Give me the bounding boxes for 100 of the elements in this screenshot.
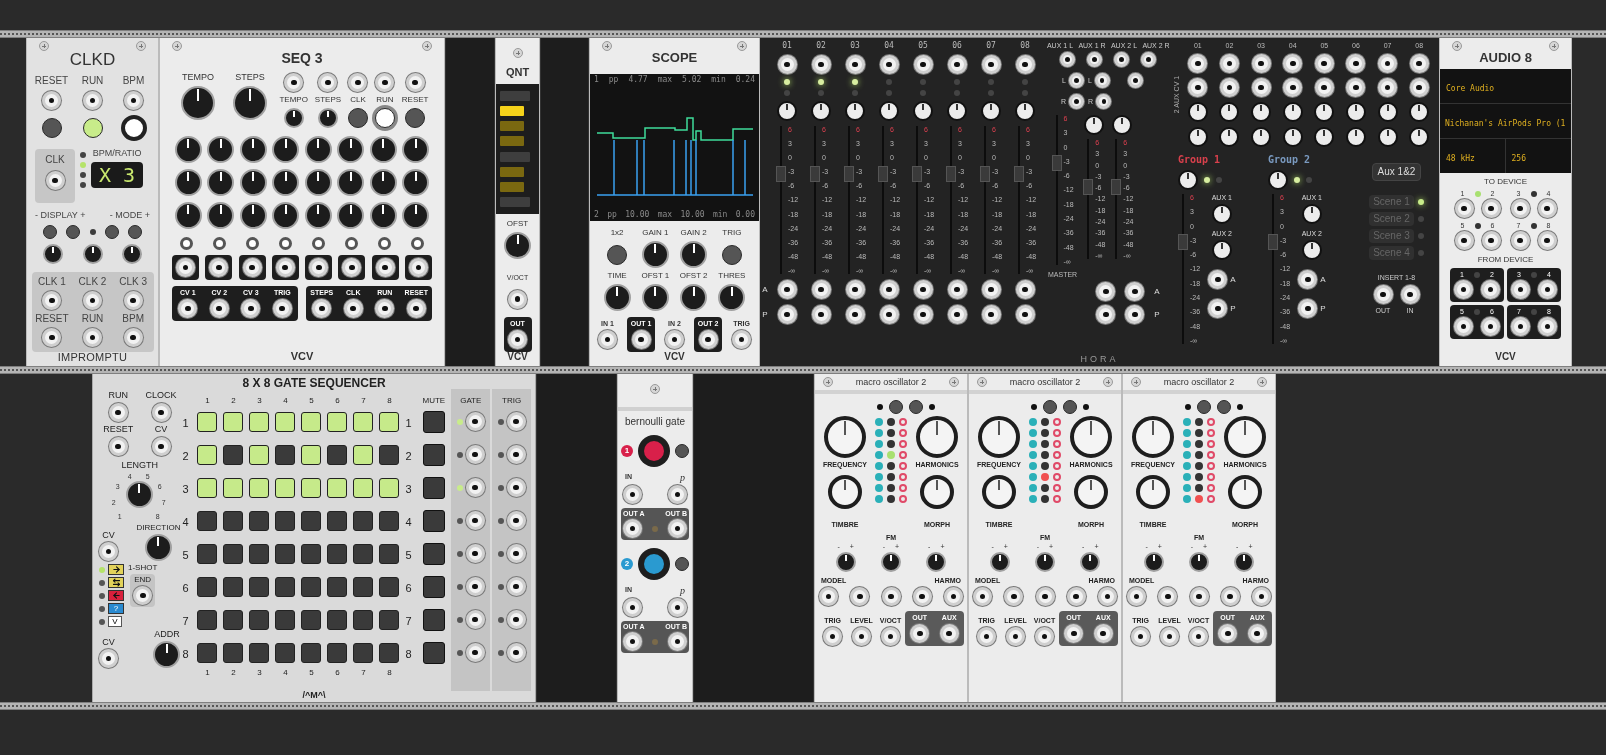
jack-socket[interactable] <box>465 478 485 497</box>
step-pad[interactable] <box>197 411 218 432</box>
step-pad[interactable] <box>197 543 218 564</box>
jack-socket[interactable] <box>1218 624 1238 643</box>
jack-socket[interactable] <box>811 55 831 74</box>
step-pad[interactable] <box>379 510 400 531</box>
step-pad[interactable] <box>249 543 270 564</box>
jack-socket[interactable] <box>819 587 838 606</box>
jack-socket[interactable] <box>108 437 128 456</box>
knob[interactable] <box>402 169 430 196</box>
mute-button[interactable] <box>422 608 445 631</box>
knob[interactable] <box>641 241 669 268</box>
jack-socket[interactable] <box>506 610 526 629</box>
mute-button[interactable] <box>422 641 445 664</box>
knob[interactable] <box>641 284 669 311</box>
jack-socket[interactable] <box>1128 73 1143 88</box>
jack-socket[interactable] <box>1454 231 1474 250</box>
step-pad[interactable] <box>353 510 374 531</box>
model-light[interactable] <box>1195 473 1203 481</box>
knob[interactable] <box>82 244 103 264</box>
knob[interactable] <box>239 169 267 196</box>
jack-socket[interactable] <box>913 55 933 74</box>
push-button[interactable] <box>43 225 57 239</box>
fader[interactable] <box>809 126 820 274</box>
jack-socket[interactable] <box>631 330 651 349</box>
harmonics-knob[interactable] <box>1224 416 1266 458</box>
jack-socket[interactable] <box>1060 52 1075 67</box>
jack-socket[interactable] <box>913 305 933 324</box>
jack-socket[interactable] <box>1160 627 1179 646</box>
jack-socket[interactable] <box>777 55 797 74</box>
jack-socket[interactable] <box>1454 199 1474 218</box>
jack-socket[interactable] <box>845 305 865 324</box>
step-pad[interactable] <box>249 477 270 498</box>
jack-socket[interactable] <box>1283 78 1303 97</box>
push-button[interactable] <box>909 400 923 414</box>
jack-socket[interactable] <box>1094 73 1110 88</box>
step-pad[interactable] <box>223 576 244 597</box>
push-button[interactable] <box>721 244 742 265</box>
jack-socket[interactable] <box>668 519 687 538</box>
knob[interactable] <box>680 284 708 311</box>
jack-socket[interactable] <box>151 403 171 422</box>
jack-socket[interactable] <box>623 485 642 504</box>
jack-socket[interactable] <box>405 73 425 92</box>
jack-socket[interactable] <box>947 280 967 299</box>
knob[interactable] <box>174 202 202 229</box>
knob[interactable] <box>1187 127 1208 147</box>
jack-socket[interactable] <box>348 73 368 92</box>
step-pad[interactable] <box>249 510 270 531</box>
knob[interactable] <box>337 169 365 196</box>
jack-socket[interactable] <box>823 627 842 646</box>
jack-socket[interactable] <box>1252 587 1271 606</box>
step-pad[interactable] <box>223 477 244 498</box>
step-pad[interactable] <box>197 609 218 630</box>
knob[interactable] <box>369 136 397 163</box>
step-pad[interactable] <box>301 444 322 465</box>
step-pad[interactable] <box>301 510 322 531</box>
jack-socket[interactable] <box>1188 54 1208 73</box>
jack-socket[interactable] <box>981 280 1001 299</box>
step-pad[interactable] <box>223 642 244 663</box>
knob[interactable] <box>337 136 365 163</box>
jack-socket[interactable] <box>1141 52 1156 67</box>
jack-socket[interactable] <box>151 437 171 456</box>
jack-socket[interactable] <box>506 643 526 662</box>
jack-socket[interactable] <box>1220 587 1240 606</box>
jack-socket[interactable] <box>1131 627 1150 646</box>
frequency-knob[interactable] <box>978 416 1020 458</box>
step-pad[interactable] <box>379 477 400 498</box>
model-light[interactable] <box>887 495 895 503</box>
knob[interactable] <box>304 202 332 229</box>
knob[interactable] <box>1409 127 1430 147</box>
jack-socket[interactable] <box>845 280 865 299</box>
step-pad[interactable] <box>275 609 296 630</box>
fader[interactable] <box>1013 126 1024 274</box>
knob[interactable] <box>181 86 215 120</box>
jack-socket[interactable] <box>45 171 65 190</box>
jack-socket[interactable] <box>944 587 963 606</box>
fader[interactable] <box>1051 115 1062 265</box>
jack-socket[interactable] <box>506 511 526 530</box>
mute-button[interactable] <box>422 575 445 598</box>
knob[interactable] <box>879 101 899 121</box>
jack-socket[interactable] <box>178 299 198 318</box>
step-pad[interactable] <box>301 411 322 432</box>
step-pad[interactable] <box>327 543 348 564</box>
knob[interactable] <box>811 101 831 121</box>
jack-socket[interactable] <box>1537 199 1557 218</box>
jack-socket[interactable] <box>241 299 261 318</box>
step-pad[interactable] <box>327 576 348 597</box>
knob[interactable] <box>272 136 300 163</box>
knob[interactable] <box>239 202 267 229</box>
knob[interactable] <box>828 475 862 509</box>
knob[interactable] <box>1234 552 1255 572</box>
jack-socket[interactable] <box>845 55 865 74</box>
knob[interactable] <box>926 552 947 572</box>
knob[interactable] <box>1035 552 1055 572</box>
push-button[interactable] <box>1043 400 1057 414</box>
jack-socket[interactable] <box>133 586 153 605</box>
jack-socket[interactable] <box>465 643 485 662</box>
knob[interactable] <box>1345 127 1366 147</box>
jack-socket[interactable] <box>124 91 143 110</box>
model-light[interactable] <box>1195 451 1203 459</box>
